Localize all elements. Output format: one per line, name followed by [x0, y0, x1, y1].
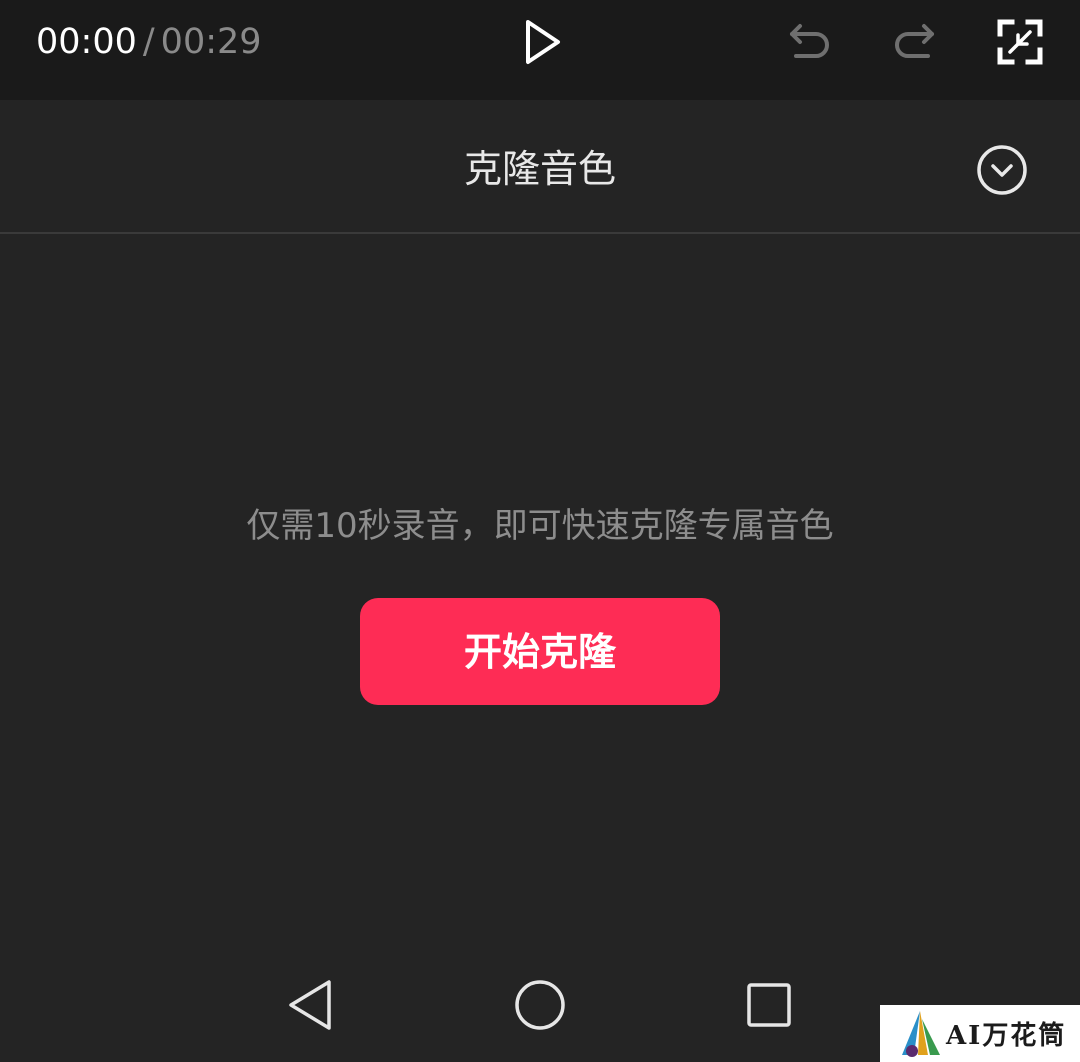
play-icon	[526, 20, 560, 64]
playback-time: 00:00/00:29	[36, 22, 262, 62]
redo-button[interactable]	[886, 14, 942, 70]
total-time: 00:29	[160, 22, 262, 62]
current-time: 00:00	[36, 22, 137, 62]
redo-icon	[895, 24, 934, 58]
top-toolbar: 00:00/00:29	[0, 0, 1080, 100]
watermark-logo-icon	[902, 1010, 940, 1057]
collapse-panel-button[interactable]	[975, 143, 1029, 197]
chevron-down-circle-icon	[977, 145, 1027, 195]
play-button[interactable]	[514, 14, 570, 70]
nav-back-button[interactable]	[277, 972, 343, 1038]
home-circle-icon	[515, 980, 565, 1030]
start-clone-button[interactable]: 开始克隆	[360, 598, 720, 705]
undo-button[interactable]	[782, 14, 838, 70]
watermark-text: AI万花筒	[946, 1021, 1067, 1051]
back-triangle-icon	[289, 980, 331, 1030]
recent-square-icon	[747, 983, 791, 1027]
watermark: AI万花筒	[880, 1005, 1080, 1062]
time-separator: /	[142, 22, 155, 62]
panel-header: 克隆音色	[0, 101, 1080, 234]
undo-icon	[790, 24, 829, 58]
panel-title: 克隆音色	[463, 147, 616, 191]
fullscreen-icon	[997, 19, 1043, 65]
fullscreen-button[interactable]	[992, 14, 1048, 70]
clone-voice-screen: 00:00/00:29 克隆音色 仅需10秒录音，即可快速克隆专属音色 开始克隆…	[0, 0, 1080, 1062]
nav-recent-button[interactable]	[736, 972, 802, 1038]
clone-hint-text: 仅需10秒录音，即可快速克隆专属音色	[246, 506, 834, 546]
nav-home-button[interactable]	[507, 972, 573, 1038]
